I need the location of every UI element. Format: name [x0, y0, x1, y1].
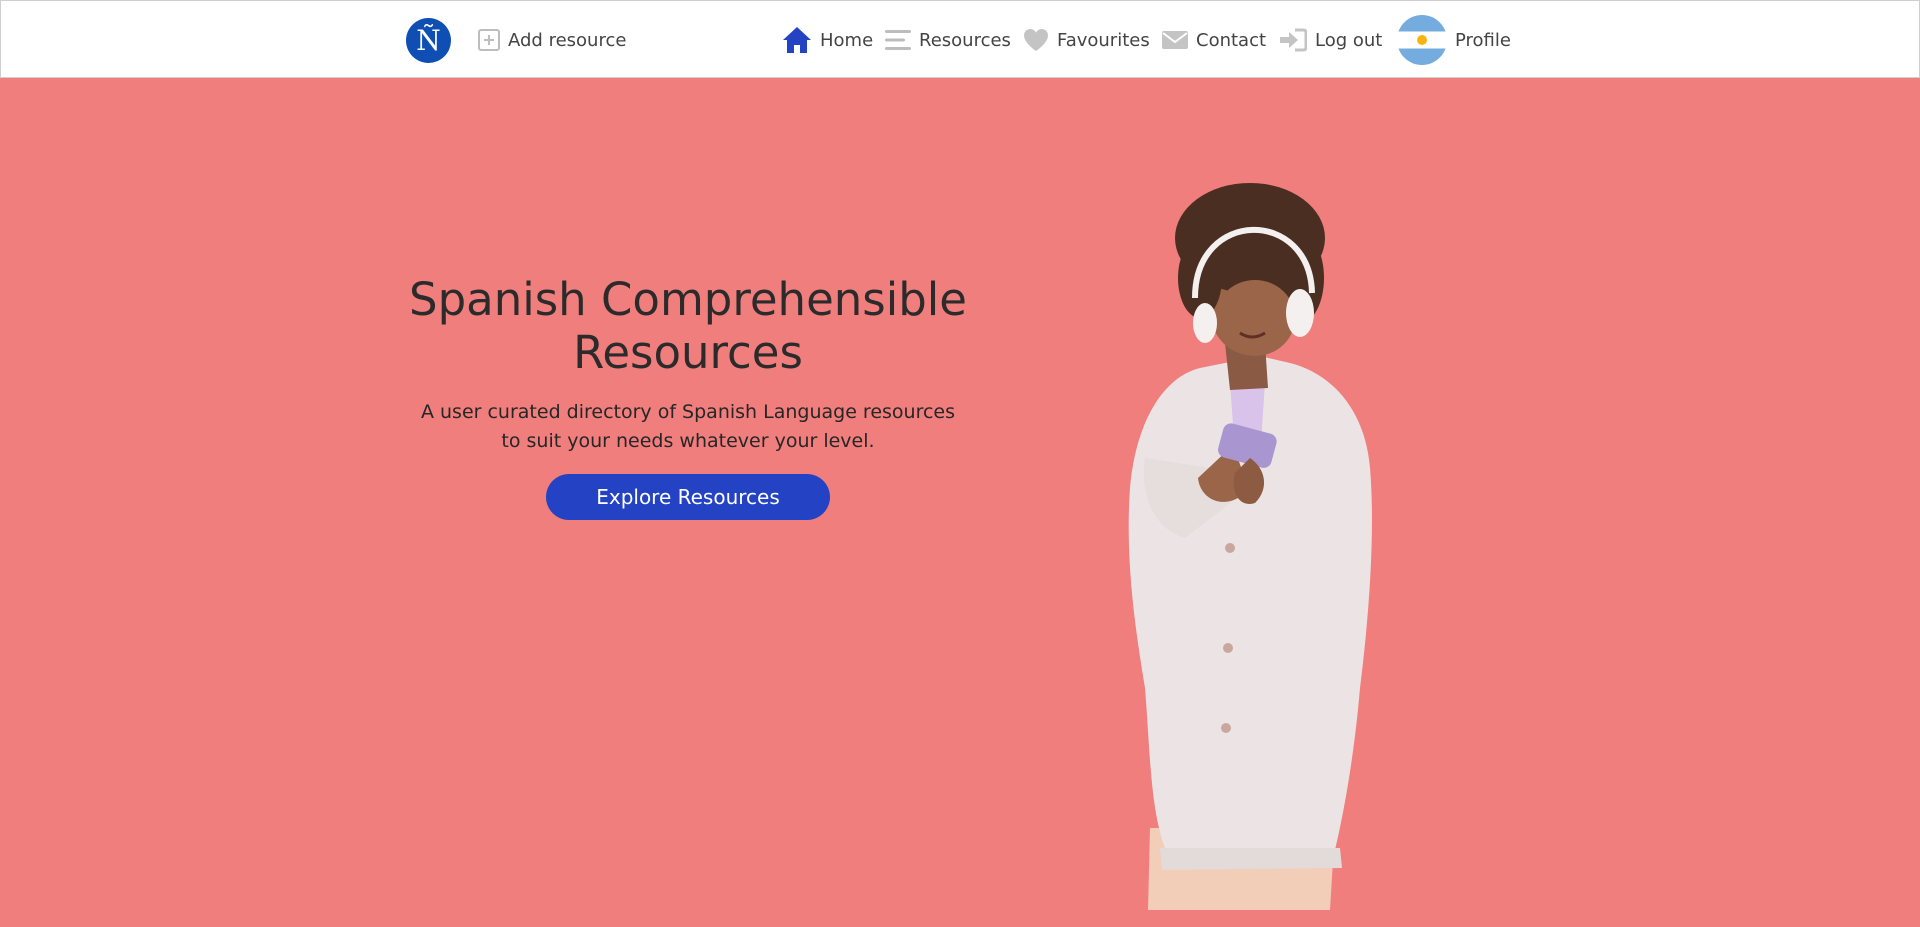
- nav-profile[interactable]: Profile: [1397, 14, 1511, 66]
- argentina-flag-avatar: [1397, 15, 1447, 65]
- explore-resources-button[interactable]: Explore Resources: [546, 474, 830, 520]
- envelope-icon: [1162, 30, 1188, 50]
- woman-with-phone-image: [1128, 183, 1372, 910]
- add-resource-link[interactable]: Add resource: [478, 21, 626, 59]
- menu-lines-icon: [885, 29, 911, 51]
- nav-log-out[interactable]: Log out: [1279, 21, 1382, 59]
- nav-favourites-label: Favourites: [1057, 29, 1150, 51]
- heart-icon: [1023, 28, 1049, 52]
- sun-of-may-icon: [1417, 35, 1427, 45]
- nav-home-label: Home: [820, 29, 874, 51]
- nav-contact-label: Contact: [1196, 29, 1267, 51]
- nav-profile-label: Profile: [1455, 29, 1511, 51]
- sign-in-arrow-icon: [1279, 28, 1307, 52]
- nav-home[interactable]: Home: [782, 21, 873, 59]
- top-navbar: Ñ Add resource Home Resources Favourites…: [0, 0, 1920, 78]
- site-logo[interactable]: Ñ: [406, 18, 451, 63]
- hero-title: Spanish Comprehensible Resources: [409, 273, 967, 379]
- add-resource-label: Add resource: [508, 29, 627, 51]
- nav-resources[interactable]: Resources: [885, 21, 1011, 59]
- hero-subtitle: A user curated directory of Spanish Lang…: [420, 401, 956, 452]
- nav-resources-label: Resources: [919, 29, 1011, 51]
- nav-contact[interactable]: Contact: [1162, 21, 1266, 59]
- nav-favourites[interactable]: Favourites: [1023, 21, 1150, 59]
- plus-square-icon: [478, 29, 500, 51]
- hero-section: Spanish Comprehensible Resources A user …: [0, 78, 1920, 927]
- home-icon: [782, 26, 812, 54]
- nav-log-out-label: Log out: [1315, 29, 1383, 51]
